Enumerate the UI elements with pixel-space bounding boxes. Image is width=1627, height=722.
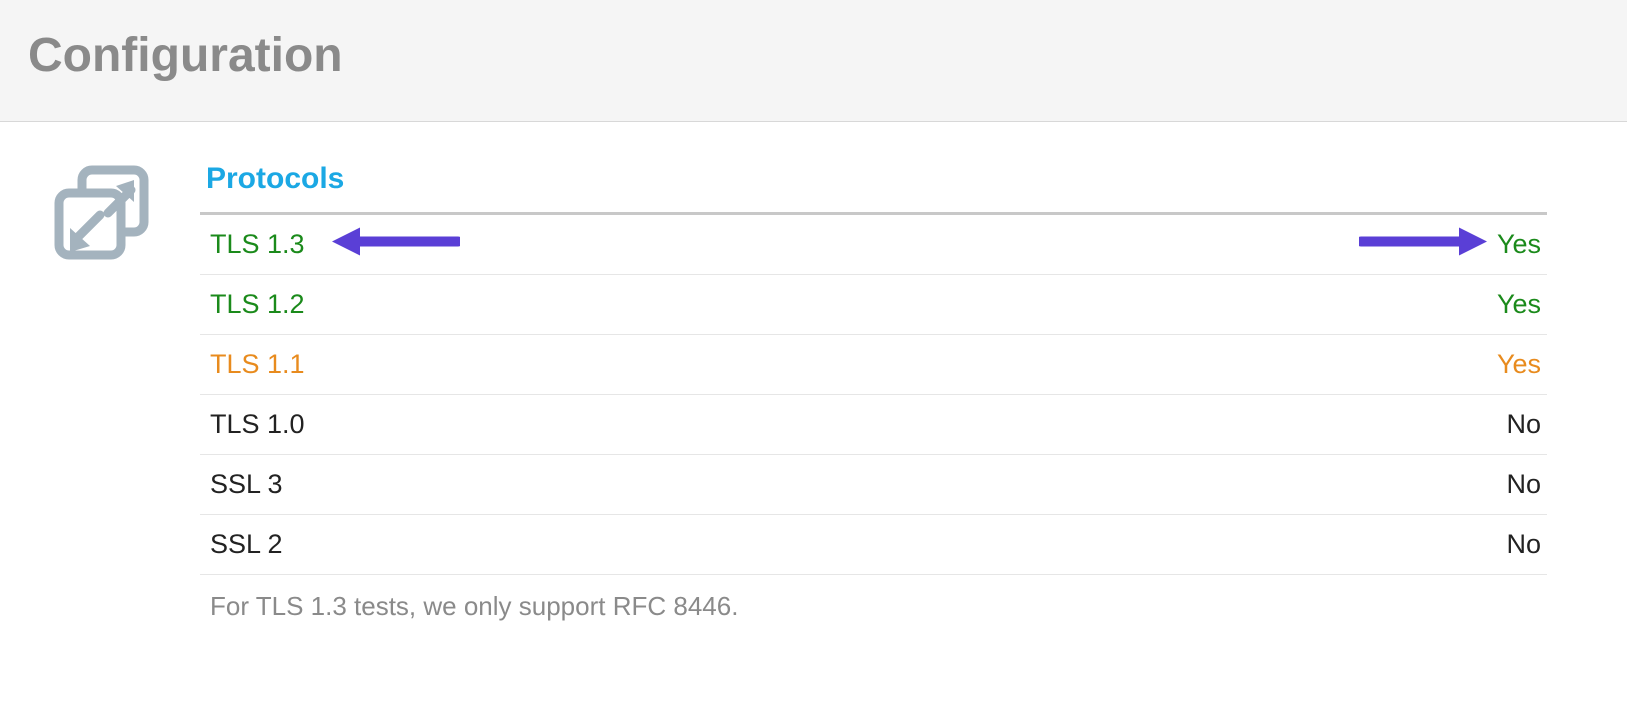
protocols-footnote: For TLS 1.3 tests, we only support RFC 8… [200, 575, 1547, 622]
protocol-row: TLS 1.3 Yes [200, 215, 1547, 275]
highlight-arrow-right-icon [1359, 224, 1489, 265]
protocols-icon [50, 162, 160, 272]
page-title: Configuration [28, 28, 1599, 83]
protocol-row: TLS 1.2 Yes [200, 275, 1547, 335]
protocol-name: TLS 1.2 [210, 289, 305, 320]
protocol-row: SSL 3 No [200, 455, 1547, 515]
protocol-name: SSL 2 [210, 529, 283, 560]
protocol-name: TLS 1.3 [210, 229, 305, 260]
protocol-row: SSL 2 No [200, 515, 1547, 575]
protocols-heading: Protocols [200, 162, 1547, 215]
protocol-value: No [1506, 409, 1541, 440]
protocol-value: Yes [1497, 349, 1541, 380]
protocols-section: Protocols TLS 1.3 Yes TLS 1.2 Yes [200, 162, 1587, 622]
highlight-arrow-left-icon [330, 224, 460, 265]
protocol-value: Yes [1497, 289, 1541, 320]
protocol-value: No [1506, 469, 1541, 500]
page-header: Configuration [0, 0, 1627, 122]
protocol-name: SSL 3 [210, 469, 283, 500]
protocol-row: TLS 1.0 No [200, 395, 1547, 455]
protocol-value: No [1506, 529, 1541, 560]
protocol-value: Yes [1497, 229, 1541, 260]
protocol-name: TLS 1.0 [210, 409, 305, 440]
protocol-name: TLS 1.1 [210, 349, 305, 380]
protocol-row: TLS 1.1 Yes [200, 335, 1547, 395]
